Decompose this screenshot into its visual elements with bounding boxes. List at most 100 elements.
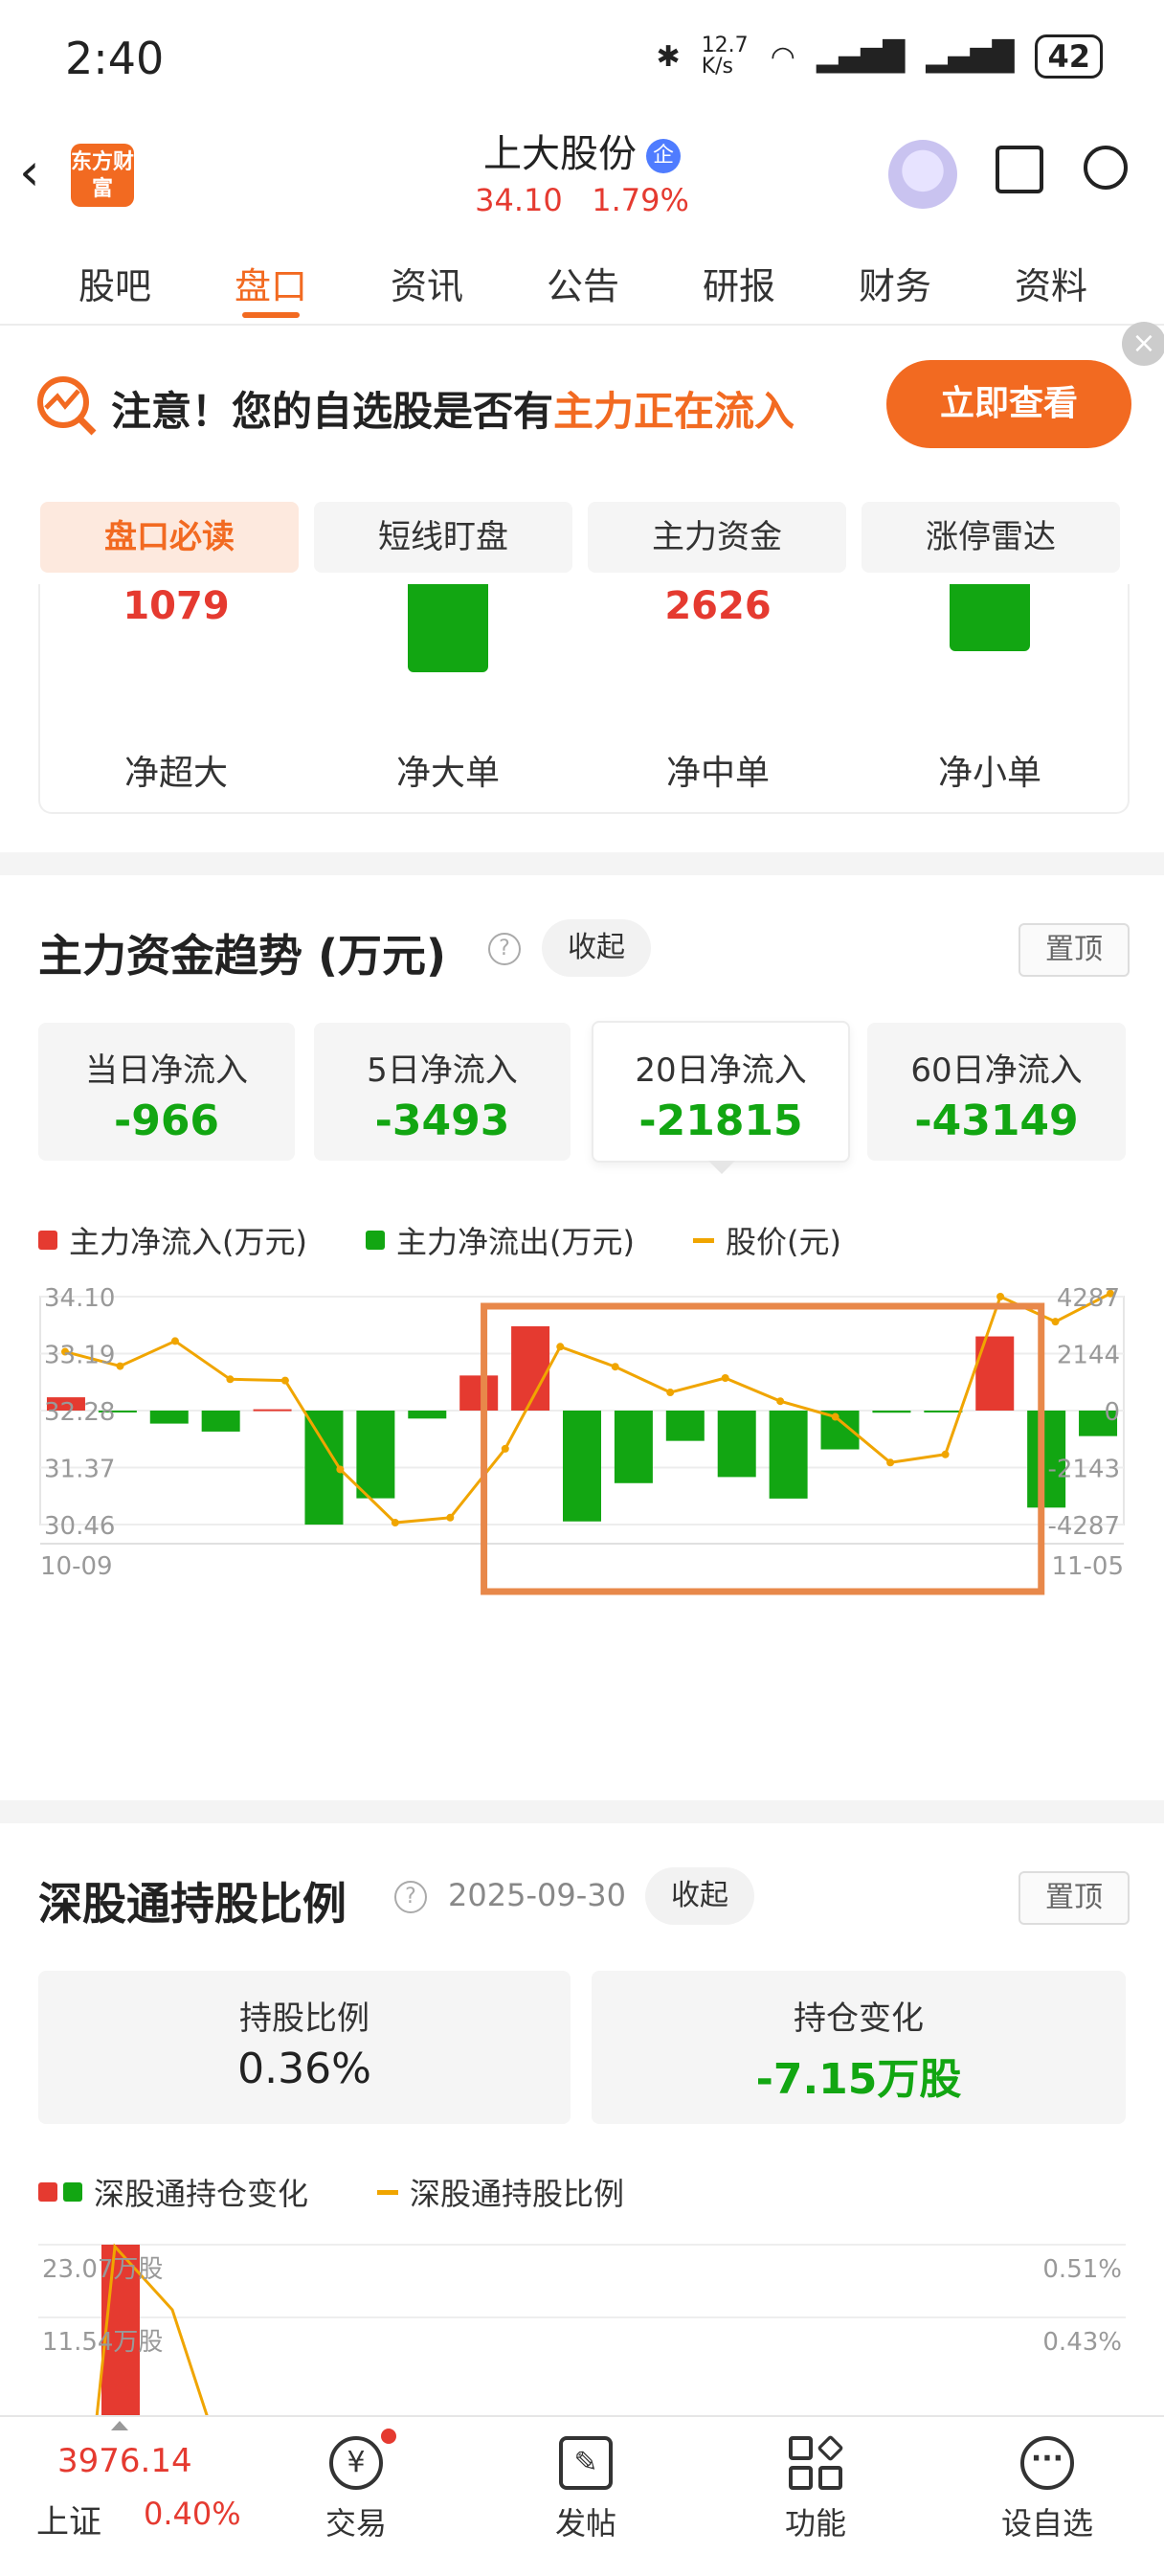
outflow-bar — [665, 1411, 705, 1441]
status-time: 2:40 — [65, 33, 165, 84]
price-point — [611, 1363, 619, 1371]
card-label: 持股比例 — [239, 2000, 369, 2038]
alert-banner[interactable]: 注意！您的自选股是否有主力正在流入 立即查看 — [0, 326, 1164, 479]
inflow-card-60d[interactable]: 60日净流入 -43149 — [867, 1023, 1126, 1161]
stock-header: ‹ 东方财富 上大股份企 34.10 1.79% — [0, 115, 1164, 230]
stock-price: 34.10 — [475, 182, 563, 218]
legend-label: 主力净流出(万元) — [396, 1224, 635, 1260]
price-point — [556, 1343, 565, 1351]
index-name[interactable]: 上证 — [36, 2496, 101, 2542]
tab-news[interactable]: 资讯 — [360, 257, 494, 309]
index-value[interactable]: 3976.14 — [57, 2442, 192, 2480]
nav-functions[interactable]: 功能 — [720, 2434, 911, 2543]
legend-holding-ratio: 深股通持股比例 — [377, 2170, 624, 2214]
close-icon[interactable]: × — [1122, 322, 1164, 366]
legend-label: 深股通持股比例 — [410, 2176, 625, 2212]
flow-value: 2626 — [664, 584, 772, 628]
alert-highlight: 主力正在流入 — [553, 388, 795, 435]
status-bar: 2:40 ✱ 12.7 K/s ◠ ▂▄▆█ ▂▄▆█ 42 — [0, 0, 1164, 115]
inflow-card-20d[interactable]: 20日净流入 -21815 — [592, 1021, 850, 1163]
price-point — [941, 1450, 950, 1458]
nav-post[interactable]: ✎ 发帖 — [490, 2436, 682, 2543]
right-tick: 2144 — [1057, 1342, 1120, 1370]
price-point — [501, 1444, 509, 1453]
pin-top-button[interactable]: 置顶 — [1018, 923, 1130, 977]
outflow-bar — [820, 1411, 860, 1450]
card-value: -7.15万股 — [755, 2055, 962, 2104]
view-now-button[interactable]: 立即查看 — [886, 360, 1131, 448]
x-tick-end: 11-05 — [1051, 1552, 1124, 1581]
section-title: 深股通持股比例 — [38, 1878, 347, 1930]
outflow-bar — [356, 1411, 395, 1499]
card-label: 5日净流入 — [367, 1051, 518, 1090]
notification-dot — [381, 2429, 396, 2444]
price-point — [446, 1513, 455, 1522]
signal-icon: ▂▄▆█ — [816, 39, 906, 74]
signal-icon-2: ▂▄▆█ — [926, 39, 1015, 74]
tab-guba[interactable]: 股吧 — [48, 257, 182, 309]
fund-trend-section: 主力资金趋势 (万元) ? 收起 置顶 当日净流入 -966 5日净流入 -34… — [0, 875, 1164, 1800]
right-tick: 0 — [1104, 1398, 1120, 1427]
card-value: -21815 — [638, 1096, 803, 1145]
index-change[interactable]: 0.40% — [144, 2496, 241, 2532]
share-icon[interactable] — [996, 146, 1043, 193]
help-icon[interactable]: ? — [488, 933, 521, 965]
nav-label: 发帖 — [554, 2505, 616, 2542]
price-point — [226, 1375, 235, 1384]
status-icons: ✱ 12.7 K/s ◠ ▂▄▆█ ▂▄▆█ 42 — [657, 34, 1103, 79]
right-tick: 0.51% — [1042, 2255, 1122, 2284]
tab-pankou[interactable]: 盘口 — [204, 257, 338, 309]
expand-up-icon[interactable] — [111, 2421, 128, 2430]
subtab-must-read[interactable]: 盘口必读 — [40, 502, 299, 573]
tab-announcements[interactable]: 公告 — [516, 257, 650, 309]
legend-inflow: 主力净流入(万元) — [38, 1218, 307, 1262]
price-point — [391, 1519, 399, 1527]
pin-top-button[interactable]: 置顶 — [1018, 1871, 1130, 1925]
holding-ratio-card: 持股比例 0.36% — [38, 1971, 571, 2124]
help-icon[interactable]: ? — [394, 1881, 427, 1913]
card-label: 20日净流入 — [635, 1051, 807, 1090]
net-speed: 12.7 K/s — [701, 34, 749, 79]
battery-icon: 42 — [1035, 34, 1103, 79]
robot-avatar-icon[interactable] — [888, 140, 957, 209]
legend-label: 主力净流入(万元) — [69, 1224, 307, 1260]
card-value: 0.36% — [237, 2045, 371, 2093]
card-value: -3493 — [374, 1096, 510, 1145]
collapse-button[interactable]: 收起 — [645, 1867, 754, 1925]
price-point — [170, 1337, 179, 1345]
tab-profile[interactable]: 资料 — [984, 257, 1118, 309]
left-tick: 30.46 — [44, 1512, 115, 1541]
subtab-short-watch[interactable]: 短线盯盘 — [314, 502, 572, 573]
collapse-button[interactable]: 收起 — [542, 919, 651, 977]
card-value: -966 — [113, 1096, 220, 1145]
search-icon[interactable] — [1084, 146, 1128, 190]
left-tick: 34.10 — [44, 1284, 115, 1313]
tab-research[interactable]: 研报 — [672, 257, 806, 309]
inflow-card-5d[interactable]: 5日净流入 -3493 — [314, 1023, 571, 1161]
inflow-bar — [511, 1326, 550, 1411]
nav-trade[interactable]: ¥ 交易 — [260, 2429, 452, 2543]
subtab-main-funds[interactable]: 主力资金 — [588, 502, 846, 573]
nav-label: 交易 — [325, 2505, 387, 2542]
nav-label: 功能 — [784, 2505, 846, 2542]
holding-chart: 23.07万股 11.54万股 0.51% 0.43% — [38, 2243, 1126, 2417]
bluetooth-icon: ✱ — [656, 39, 681, 74]
subtab-limit-radar[interactable]: 涨停雷达 — [862, 502, 1120, 573]
right-tick: 4287 — [1057, 1284, 1120, 1313]
alert-text: 注意！您的自选股是否有主力正在流入 — [111, 379, 795, 438]
grid-icon — [789, 2434, 844, 2490]
inflow-card-today[interactable]: 当日净流入 -966 — [38, 1023, 295, 1161]
right-tick: -4287 — [1047, 1512, 1120, 1541]
nav-add-watchlist[interactable]: ··· 设自选 — [951, 2436, 1143, 2543]
legend-price: 股价(元) — [693, 1218, 841, 1262]
flow-bar — [950, 584, 1030, 651]
price-point — [116, 1362, 124, 1370]
holding-change-card: 持仓变化 -7.15万股 — [592, 1971, 1126, 2124]
legend-label: 深股通持仓变化 — [94, 2176, 309, 2212]
left-tick: 32.28 — [44, 1398, 115, 1427]
tab-finance[interactable]: 财务 — [828, 257, 962, 309]
stock-title: 上大股份企 — [0, 123, 1164, 178]
selected-card-pointer — [708, 1161, 735, 1174]
outflow-bar — [408, 1411, 447, 1419]
price-point — [886, 1458, 895, 1467]
